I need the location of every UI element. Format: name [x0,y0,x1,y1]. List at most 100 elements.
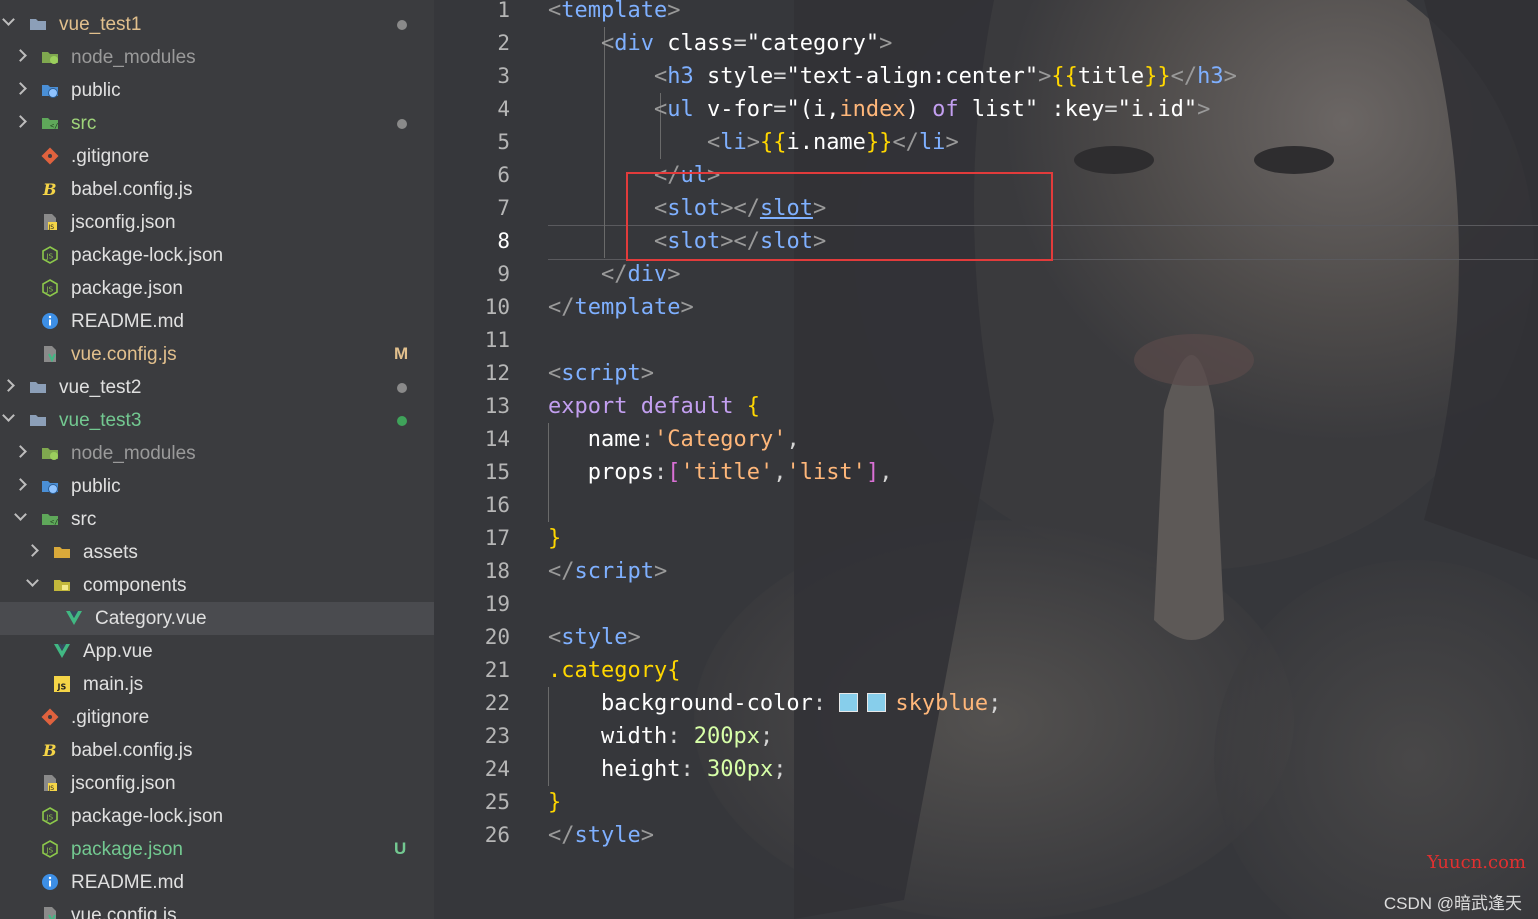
explorer-item[interactable]: node_modules [0,41,434,74]
explorer-item[interactable]: JS package.json U [0,833,434,866]
explorer-item[interactable]: JS package-lock.json [0,239,434,272]
explorer-item[interactable]: vue.config.js M [0,338,434,371]
svg-text:</>: </> [50,518,59,526]
explorer-item[interactable]: README.md [0,305,434,338]
code-line[interactable]: width: 200px; [548,720,773,753]
explorer-item[interactable]: components [0,569,434,602]
explorer-item[interactable]: Bbabel.config.js [0,173,434,206]
explorer-item-label: vue_test2 [59,377,142,398]
explorer-item[interactable]: .gitignore [0,140,434,173]
code-token: div [614,31,654,56]
explorer-item[interactable]: public [0,470,434,503]
explorer-item[interactable]: vue_test3 [0,404,434,437]
code-line[interactable]: </div> [548,258,681,291]
chevron-down-icon[interactable] [2,13,15,26]
explorer-item[interactable]: vue_test1 [0,8,434,41]
babel-icon: B [41,180,59,199]
chevron-right-icon[interactable] [14,49,27,62]
code-line[interactable]: props:['title','list'], [548,456,893,489]
code-line[interactable]: } [548,522,561,555]
code-token: </ [892,130,919,155]
code-token: </ [548,559,575,584]
explorer-item[interactable]: JS jsconfig.json [0,206,434,239]
code-token: < [706,130,721,155]
explorer-item[interactable]: JS package.json [0,272,434,305]
code-token: script [574,559,654,584]
code-line[interactable]: height: 300px; [548,753,786,786]
chevron-right-icon[interactable] [14,115,27,128]
code-token: , [786,427,800,452]
code-line[interactable]: <style> [548,621,641,654]
code-line[interactable]: <div class="category"> [548,27,892,60]
explorer-item[interactable]: vue.config.js [0,899,434,919]
code-line[interactable]: .category{ [548,654,680,687]
color-swatch-icon[interactable] [867,693,887,712]
chevron-right-icon[interactable] [14,82,27,95]
code-line[interactable]: <li>{{i.name}}</li> [548,126,959,159]
line-number: 26 [484,823,510,847]
code-token: script [561,361,641,386]
line-number: 21 [484,658,510,682]
code-token: i.name [786,130,866,155]
code-line[interactable]: export default { [548,390,760,423]
explorer-item[interactable]: Bbabel.config.js [0,734,434,767]
line-number: 2 [497,31,510,55]
explorer-item[interactable]: README.md [0,866,434,899]
explorer-item[interactable]: App.vue [0,635,434,668]
chevron-right-icon[interactable] [14,478,27,491]
explorer-item-label: README.md [71,872,184,893]
color-swatch-icon[interactable] [839,693,859,712]
explorer-item[interactable]: vue_test2 [0,371,434,404]
node-icon: JS [41,246,59,264]
code-token: < [548,361,562,386]
src-folder-icon: </> [41,510,63,528]
code-editor[interactable]: 1 2 3 4 5 6 7 8 9 10 11 12 13 14 15 16 17 18 19 20 21 22 23 24 2… [434,0,1538,919]
explorer-item[interactable]: Category.vue [0,602,434,635]
code-token: height [600,757,681,782]
svg-text:JS: JS [46,253,54,261]
code-line[interactable]: <template> [548,0,680,27]
chevron-down-icon[interactable] [14,508,27,521]
code-line[interactable]: <script> [548,357,654,390]
code-line[interactable]: </script> [548,555,667,588]
code-line[interactable]: <ul v-for="(i,index) of list" :key="i.id… [548,93,1210,126]
explorer-item[interactable]: JS package-lock.json [0,800,434,833]
code-token: 'list' [786,460,866,485]
explorer-item[interactable]: JS jsconfig.json [0,767,434,800]
code-token: : [653,460,668,485]
chevron-down-icon[interactable] [2,409,15,422]
public-folder-icon [41,477,59,495]
git-status-dot [397,119,407,129]
jsconfig-icon: JS [41,774,59,792]
code-line[interactable]: <h3 style="text-align:center">{{title}}<… [548,60,1237,93]
code-line[interactable]: name:'Category', [548,423,800,456]
explorer-item-label: .gitignore [71,707,150,728]
explorer-item[interactable]: </> src [0,503,434,536]
explorer-item[interactable]: JS main.js [0,668,434,701]
vue-icon [53,642,71,660]
explorer-item[interactable]: .gitignore [0,701,434,734]
chevron-down-icon[interactable] [26,574,39,587]
explorer-item[interactable]: public [0,74,434,107]
explorer-item[interactable]: assets [0,536,434,569]
chevron-right-icon[interactable] [26,544,39,557]
code-token: export [548,394,628,419]
line-number: 6 [497,163,510,187]
code-line[interactable]: background-color: skyblue; [548,687,1001,720]
chevron-right-icon[interactable] [2,379,15,392]
code-token: } [548,526,562,551]
code-line[interactable]: } [548,786,561,819]
line-number: 11 [484,328,510,352]
explorer-item[interactable]: </> src [0,107,434,140]
chevron-right-icon[interactable] [14,445,27,458]
line-number: 8 [497,229,510,253]
line-number: 18 [484,559,510,583]
code-token: > [627,625,641,650]
code-token: }} [1144,64,1171,89]
explorer-item[interactable]: node_modules [0,437,434,470]
code-line[interactable]: </style> [548,819,654,852]
line-number: 10 [484,295,510,319]
code-token: , [879,460,893,485]
code-line[interactable]: </template> [548,291,694,324]
